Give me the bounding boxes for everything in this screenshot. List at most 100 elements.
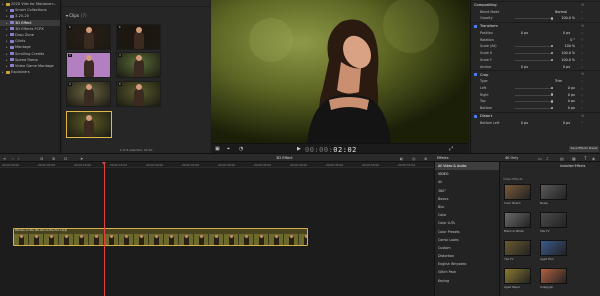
param-dropdown[interactable]: Trim xyxy=(555,79,562,83)
play-button[interactable]: ▶ xyxy=(297,146,301,152)
effects-category[interactable]: All Video & Audio xyxy=(435,162,499,171)
param-slider[interactable] xyxy=(515,93,554,96)
transform-tool-icon[interactable]: ⌖ xyxy=(227,146,230,152)
back-icon[interactable]: ‹ xyxy=(12,156,14,161)
param-value[interactable]: 0 px xyxy=(521,65,528,69)
effect-tile[interactable] xyxy=(504,184,531,200)
effects-category[interactable]: Comic Looks xyxy=(435,236,499,244)
param-slider[interactable] xyxy=(515,17,554,20)
param-value-y[interactable]: 0 px xyxy=(563,65,570,69)
solo-icon[interactable]: ◎ xyxy=(412,156,416,161)
param-dropdown[interactable]: Normal xyxy=(555,10,567,14)
keyframe-icon[interactable]: ◇ xyxy=(581,44,583,48)
inspector-section-header[interactable]: Distort ⟲ xyxy=(471,111,600,119)
effects-category[interactable]: Distortion xyxy=(435,252,499,260)
keyframe-icon[interactable]: ◇ xyxy=(581,120,583,124)
effects-category[interactable]: Color xyxy=(435,211,499,219)
keyframe-icon[interactable]: ◇ xyxy=(581,10,583,14)
clips-header[interactable]: ▾ Clips (7) xyxy=(66,13,87,18)
keyframe-icon[interactable]: ◇ xyxy=(581,37,583,41)
effects-category[interactable]: Blur xyxy=(435,203,499,211)
project-title[interactable]: 3D Effect xyxy=(276,156,293,160)
param-slider[interactable] xyxy=(515,100,554,103)
insert-icon[interactable]: ⊞ xyxy=(52,156,55,161)
param-slider[interactable] xyxy=(515,45,554,48)
titles-icon[interactable]: T xyxy=(584,156,586,161)
effect-tile[interactable] xyxy=(504,268,531,284)
append-icon[interactable]: ⊡ xyxy=(64,156,67,161)
reset-icon[interactable]: ⟲ xyxy=(581,72,584,76)
effects-category[interactable]: 360° xyxy=(435,187,499,195)
param-value[interactable]: 0 px xyxy=(555,93,575,97)
param-value-y[interactable]: 0 px xyxy=(563,121,570,125)
keyframe-icon[interactable]: ◇ xyxy=(581,51,583,55)
inspector-section-header[interactable]: Compositing ⟲ xyxy=(471,1,600,8)
effect-tile[interactable] xyxy=(540,240,567,256)
keyframe-icon[interactable]: ◇ xyxy=(581,58,583,62)
clip-thumbnail[interactable]: 6 xyxy=(116,24,161,50)
index-icon[interactable]: ≡ xyxy=(3,156,6,161)
inspector-section-header[interactable]: Transform ⟲ xyxy=(471,22,600,29)
effects-category[interactable]: Basics xyxy=(435,195,499,203)
effects-category[interactable]: Color Presets xyxy=(435,228,499,236)
audio-skimming-icon[interactable]: ◐ xyxy=(400,156,404,161)
param-slider[interactable] xyxy=(515,52,554,54)
reset-icon[interactable]: ⟲ xyxy=(581,114,584,118)
effect-tile[interactable] xyxy=(540,268,567,284)
effects-category[interactable]: English Whyodeo xyxy=(435,260,499,268)
enable-checkbox[interactable] xyxy=(474,24,477,28)
inspector-section-header[interactable]: Crop ⟲ xyxy=(471,70,600,77)
timeline-clip[interactable]: Woman on the Hill-Girl on the Hill 1-2(4… xyxy=(13,228,308,246)
param-value[interactable]: 0 ° xyxy=(555,38,575,42)
keyframe-icon[interactable]: ◇ xyxy=(581,86,583,90)
param-value[interactable]: 100.0 % xyxy=(555,16,575,20)
reset-icon[interactable]: ⟲ xyxy=(581,24,584,28)
zoom-icon[interactable]: ⊕ xyxy=(424,156,427,161)
enable-checkbox[interactable] xyxy=(474,73,477,77)
keyframe-icon[interactable]: ◇ xyxy=(581,65,583,69)
effect-tile[interactable] xyxy=(540,184,567,200)
effects-category[interactable]: Custom xyxy=(435,244,499,252)
forward-icon[interactable]: › xyxy=(18,156,20,161)
clip-thumbnail[interactable]: 6 xyxy=(66,24,111,50)
keyframe-icon[interactable]: ◇ xyxy=(581,93,583,97)
generators-icon[interactable]: ◈ xyxy=(592,156,595,161)
effects-category[interactable]: All xyxy=(435,178,499,186)
keyframe-icon[interactable]: ◇ xyxy=(581,16,583,20)
param-value-y[interactable]: 0 px xyxy=(563,31,570,35)
effect-tile[interactable] xyxy=(540,212,567,228)
keyframe-icon[interactable]: ◇ xyxy=(581,31,583,35)
keyframe-icon[interactable]: ◇ xyxy=(581,106,583,110)
photos-icon[interactable]: ▦ xyxy=(572,156,576,161)
param-slider[interactable] xyxy=(515,86,554,89)
effects-tab[interactable]: Effects xyxy=(437,156,449,160)
effects-category[interactable]: Glitch Pack xyxy=(435,268,499,276)
effects-category[interactable]: Color LUTs xyxy=(435,219,499,227)
keyframe-icon[interactable]: ◇ xyxy=(581,79,583,83)
library-item[interactable]: ▸ Explainers xyxy=(0,69,60,75)
save-effects-preset-button[interactable]: Save Effects Preset xyxy=(569,146,599,152)
param-slider[interactable] xyxy=(515,107,554,110)
clip-thumbnail[interactable]: 4 xyxy=(66,81,111,107)
param-value[interactable]: 100.0 % xyxy=(555,51,575,55)
speed-icon[interactable]: ◔ xyxy=(239,146,243,152)
timeline-ruler[interactable]: 00:00:00:00 00:00:05:00 00:00:10:00 00:00:1… xyxy=(0,162,451,168)
clip-thumbnail[interactable]: 6 xyxy=(116,81,161,107)
effect-tile[interactable] xyxy=(504,240,531,256)
effects-search-field[interactable]: 4K Only xyxy=(505,156,518,160)
select-tool-icon[interactable]: ➤ xyxy=(80,156,83,161)
connect-icon[interactable]: ⊟ xyxy=(40,156,43,161)
video-effects-icon[interactable]: ▭ xyxy=(538,156,542,161)
reset-icon[interactable]: ⟲ xyxy=(581,3,584,7)
keyframe-icon[interactable]: ◇ xyxy=(581,99,583,103)
param-value[interactable]: 0 px xyxy=(555,86,575,90)
effect-tile[interactable] xyxy=(504,212,531,228)
param-value[interactable]: 100 % xyxy=(555,44,575,48)
timeline[interactable]: 00:00:00:00 00:00:05:00 00:00:10:00 00:00:1… xyxy=(0,162,451,296)
param-value[interactable]: 0 px xyxy=(555,99,575,103)
audio-effects-icon[interactable]: ♪ xyxy=(546,156,549,161)
effects-category[interactable]: VIDEO xyxy=(435,170,499,178)
library-icon[interactable]: ▤ xyxy=(560,156,564,161)
param-value[interactable]: 100.0 % xyxy=(555,58,575,62)
param-value[interactable]: 0 px xyxy=(521,31,528,35)
